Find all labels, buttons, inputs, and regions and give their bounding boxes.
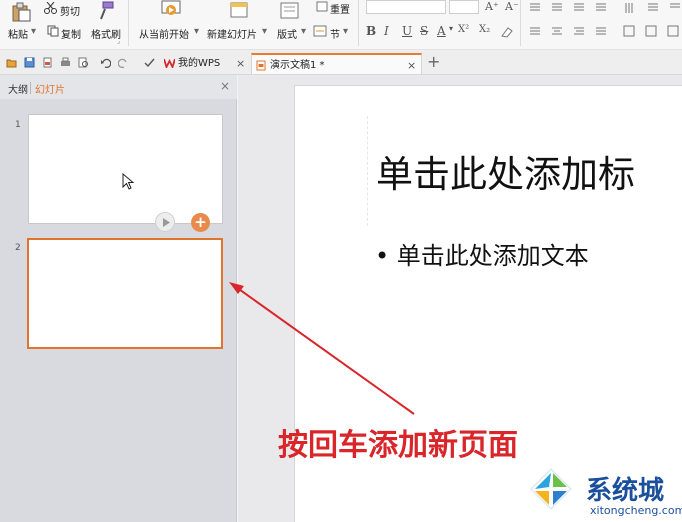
watermark-url: xitongcheng.com <box>590 504 682 517</box>
xitongcheng-logo-icon <box>530 468 572 510</box>
watermark-name: 系统城 <box>586 476 665 506</box>
annotation-text: 按回车添加新页面 <box>278 428 518 463</box>
